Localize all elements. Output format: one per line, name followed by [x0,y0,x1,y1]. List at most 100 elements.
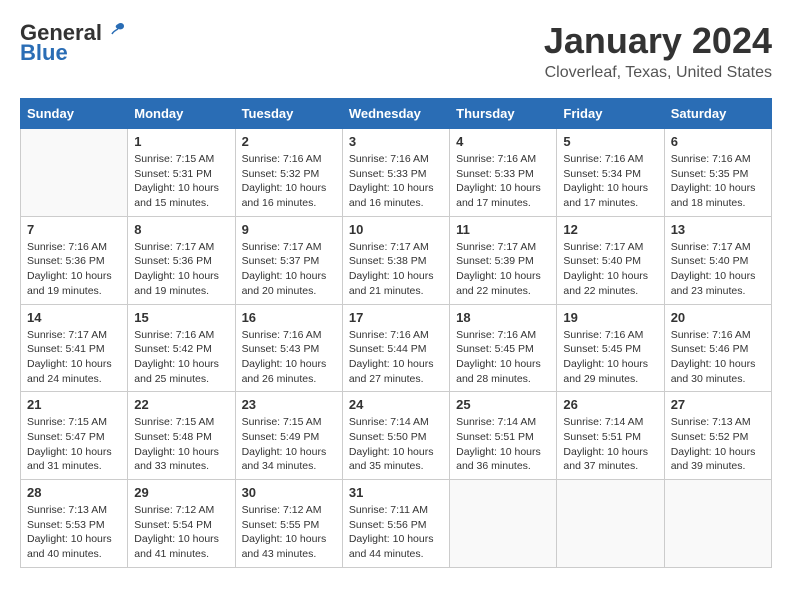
week-row-4: 21 Sunrise: 7:15 AMSunset: 5:47 PMDayligh… [21,392,772,480]
table-cell: 7 Sunrise: 7:16 AMSunset: 5:36 PMDaylight… [21,216,128,304]
table-cell [450,480,557,568]
table-cell: 24Sunrise: 7:14 AMSunset: 5:50 PMDayligh… [342,392,449,480]
day-info: Sunrise: 7:11 AMSunset: 5:56 PMDaylight:… [349,503,443,562]
table-cell: 29Sunrise: 7:12 AMSunset: 5:54 PMDayligh… [128,480,235,568]
table-cell: 23 Sunrise: 7:15 AMSunset: 5:49 PMDayligh… [235,392,342,480]
day-number: 22 [134,397,228,412]
table-cell: 2 Sunrise: 7:16 AMSunset: 5:32 PMDaylight… [235,129,342,217]
day-info: Sunrise: 7:12 AMSunset: 5:55 PMDaylight:… [242,503,336,562]
day-number: 26 [563,397,657,412]
table-cell: 19 Sunrise: 7:16 AMSunset: 5:45 PMDayligh… [557,304,664,392]
table-cell: 18 Sunrise: 7:16 AMSunset: 5:45 PMDayligh… [450,304,557,392]
day-number: 23 [242,397,336,412]
logo: General Blue [20,20,126,66]
header-saturday: Saturday [664,99,771,129]
day-info: Sunrise: 7:16 AMSunset: 5:36 PMDaylight:… [27,240,121,299]
day-number: 29 [134,485,228,500]
table-cell: 20 Sunrise: 7:16 AMSunset: 5:46 PMDayligh… [664,304,771,392]
table-cell: 10Sunrise: 7:17 AMSunset: 5:38 PMDayligh… [342,216,449,304]
table-cell: 5 Sunrise: 7:16 AMSunset: 5:34 PMDaylight… [557,129,664,217]
table-cell: 3 Sunrise: 7:16 AMSunset: 5:33 PMDaylight… [342,129,449,217]
table-cell: 21 Sunrise: 7:15 AMSunset: 5:47 PMDayligh… [21,392,128,480]
table-cell: 31 Sunrise: 7:11 AMSunset: 5:56 PMDayligh… [342,480,449,568]
day-info: Sunrise: 7:16 AMSunset: 5:44 PMDaylight:… [349,328,443,387]
day-info: Sunrise: 7:16 AMSunset: 5:42 PMDaylight:… [134,328,228,387]
day-number: 18 [456,310,550,325]
main-title: January 2024 [544,20,772,62]
day-number: 25 [456,397,550,412]
day-number: 30 [242,485,336,500]
day-number: 13 [671,222,765,237]
day-number: 11 [456,222,550,237]
table-cell: 15 Sunrise: 7:16 AMSunset: 5:42 PMDayligh… [128,304,235,392]
table-cell: 12 Sunrise: 7:17 AMSunset: 5:40 PMDayligh… [557,216,664,304]
week-row-2: 7 Sunrise: 7:16 AMSunset: 5:36 PMDaylight… [21,216,772,304]
day-info: Sunrise: 7:16 AMSunset: 5:34 PMDaylight:… [563,152,657,211]
day-info: Sunrise: 7:16 AMSunset: 5:33 PMDaylight:… [349,152,443,211]
title-block: January 2024 Cloverleaf, Texas, United S… [544,20,772,82]
day-number: 12 [563,222,657,237]
header-friday: Friday [557,99,664,129]
table-cell [664,480,771,568]
day-info: Sunrise: 7:17 AMSunset: 5:36 PMDaylight:… [134,240,228,299]
table-cell [21,129,128,217]
day-number: 14 [27,310,121,325]
table-cell: 30 Sunrise: 7:12 AMSunset: 5:55 PMDayligh… [235,480,342,568]
day-number: 5 [563,134,657,149]
day-number: 9 [242,222,336,237]
table-cell: 13 Sunrise: 7:17 AMSunset: 5:40 PMDayligh… [664,216,771,304]
calendar-header-row: SundayMondayTuesdayWednesdayThursdayFrid… [21,99,772,129]
page-header: General Blue January 2024 Cloverleaf, Te… [20,20,772,82]
logo-bird-icon [104,20,126,42]
day-info: Sunrise: 7:17 AMSunset: 5:37 PMDaylight:… [242,240,336,299]
table-cell: 25Sunrise: 7:14 AMSunset: 5:51 PMDayligh… [450,392,557,480]
table-cell: 4Sunrise: 7:16 AMSunset: 5:33 PMDaylight… [450,129,557,217]
table-cell: 22Sunrise: 7:15 AMSunset: 5:48 PMDayligh… [128,392,235,480]
table-cell: 28Sunrise: 7:13 AMSunset: 5:53 PMDayligh… [21,480,128,568]
day-number: 16 [242,310,336,325]
day-number: 19 [563,310,657,325]
header-monday: Monday [128,99,235,129]
day-info: Sunrise: 7:16 AMSunset: 5:45 PMDaylight:… [563,328,657,387]
day-number: 3 [349,134,443,149]
day-info: Sunrise: 7:17 AMSunset: 5:40 PMDaylight:… [563,240,657,299]
day-info: Sunrise: 7:17 AMSunset: 5:39 PMDaylight:… [456,240,550,299]
day-info: Sunrise: 7:13 AMSunset: 5:53 PMDaylight:… [27,503,121,562]
table-cell: 9 Sunrise: 7:17 AMSunset: 5:37 PMDaylight… [235,216,342,304]
day-info: Sunrise: 7:17 AMSunset: 5:38 PMDaylight:… [349,240,443,299]
day-info: Sunrise: 7:13 AMSunset: 5:52 PMDaylight:… [671,415,765,474]
header-sunday: Sunday [21,99,128,129]
logo-blue: Blue [20,40,68,66]
table-cell: 1Sunrise: 7:15 AMSunset: 5:31 PMDaylight… [128,129,235,217]
day-number: 7 [27,222,121,237]
day-number: 2 [242,134,336,149]
day-info: Sunrise: 7:16 AMSunset: 5:43 PMDaylight:… [242,328,336,387]
day-number: 20 [671,310,765,325]
table-cell: 8Sunrise: 7:17 AMSunset: 5:36 PMDaylight… [128,216,235,304]
calendar-table: SundayMondayTuesdayWednesdayThursdayFrid… [20,98,772,568]
day-info: Sunrise: 7:15 AMSunset: 5:49 PMDaylight:… [242,415,336,474]
day-number: 15 [134,310,228,325]
day-number: 31 [349,485,443,500]
day-info: Sunrise: 7:14 AMSunset: 5:51 PMDaylight:… [563,415,657,474]
week-row-3: 14 Sunrise: 7:17 AMSunset: 5:41 PMDayligh… [21,304,772,392]
week-row-5: 28Sunrise: 7:13 AMSunset: 5:53 PMDayligh… [21,480,772,568]
day-info: Sunrise: 7:17 AMSunset: 5:41 PMDaylight:… [27,328,121,387]
table-cell: 26 Sunrise: 7:14 AMSunset: 5:51 PMDayligh… [557,392,664,480]
table-cell: 16 Sunrise: 7:16 AMSunset: 5:43 PMDayligh… [235,304,342,392]
day-info: Sunrise: 7:16 AMSunset: 5:32 PMDaylight:… [242,152,336,211]
header-tuesday: Tuesday [235,99,342,129]
day-info: Sunrise: 7:15 AMSunset: 5:47 PMDaylight:… [27,415,121,474]
day-number: 27 [671,397,765,412]
table-cell: 17 Sunrise: 7:16 AMSunset: 5:44 PMDayligh… [342,304,449,392]
table-cell: 11 Sunrise: 7:17 AMSunset: 5:39 PMDayligh… [450,216,557,304]
table-cell [557,480,664,568]
table-cell: 14 Sunrise: 7:17 AMSunset: 5:41 PMDayligh… [21,304,128,392]
day-number: 17 [349,310,443,325]
day-info: Sunrise: 7:16 AMSunset: 5:45 PMDaylight:… [456,328,550,387]
header-thursday: Thursday [450,99,557,129]
day-number: 21 [27,397,121,412]
day-info: Sunrise: 7:16 AMSunset: 5:33 PMDaylight:… [456,152,550,211]
day-info: Sunrise: 7:17 AMSunset: 5:40 PMDaylight:… [671,240,765,299]
day-info: Sunrise: 7:16 AMSunset: 5:46 PMDaylight:… [671,328,765,387]
